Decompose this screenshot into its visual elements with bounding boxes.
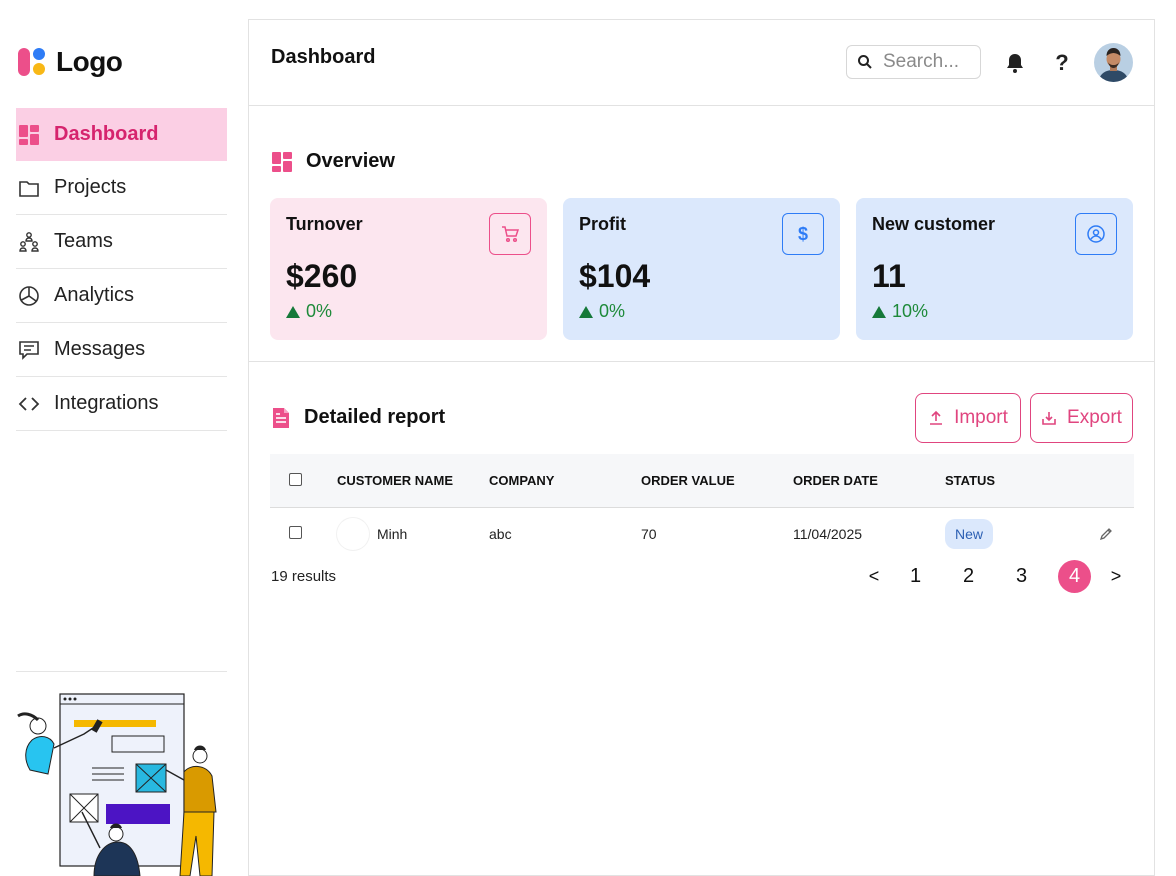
- overview-title: Overview: [306, 150, 395, 172]
- sidebar: Logo Dashboard Projects Teams Analytics: [0, 0, 248, 876]
- column-header[interactable]: STATUS: [945, 473, 1095, 488]
- logo-text: Logo: [56, 46, 123, 77]
- sidebar-item-label: Integrations: [54, 392, 159, 414]
- profit-card: Profit $ $104 0%: [563, 198, 840, 340]
- table-row: Minh abc 70 11/04/2025 New: [270, 508, 1134, 560]
- import-label: Import: [954, 407, 1008, 428]
- card-value: 11: [872, 258, 906, 294]
- page-button[interactable]: 1: [889, 565, 942, 588]
- sidebar-item-integrations[interactable]: Integrations: [16, 377, 227, 431]
- bell-icon[interactable]: [1002, 50, 1028, 76]
- dashboard-icon: [18, 124, 40, 146]
- next-page-button[interactable]: >: [1101, 566, 1131, 587]
- table-header: CUSTOMER NAME COMPANY ORDER VALUE ORDER …: [270, 454, 1134, 508]
- sidebar-item-label: Teams: [54, 230, 113, 252]
- card-value: $260: [286, 258, 358, 294]
- cart-icon: [489, 213, 531, 255]
- search-icon: [858, 55, 872, 69]
- document-icon: [273, 407, 289, 428]
- status-badge: New: [945, 519, 994, 549]
- card-change-value: 0%: [306, 301, 333, 321]
- sidebar-item-label: Messages: [54, 338, 146, 360]
- sidebar-item-messages[interactable]: Messages: [16, 323, 227, 377]
- row-checkbox[interactable]: [289, 526, 302, 539]
- pagination: < 1 2 3 4 >: [859, 560, 1131, 593]
- message-icon: [18, 339, 40, 361]
- code-icon: [18, 393, 40, 415]
- column-header[interactable]: ORDER DATE: [793, 473, 945, 488]
- page-title: Dashboard: [271, 46, 376, 68]
- new-customer-card: New customer 11 10%: [856, 198, 1133, 340]
- search-box[interactable]: [846, 45, 981, 79]
- report-heading: Detailed report: [271, 406, 445, 429]
- export-label: Export: [1067, 407, 1122, 428]
- pie-chart-icon: [18, 285, 40, 307]
- stat-cards: Turnover $260 0% Profit $ $104 0% New cu…: [270, 198, 1133, 340]
- card-change: 0%: [579, 301, 625, 322]
- up-triangle-icon: [872, 305, 886, 318]
- export-button[interactable]: Export: [1030, 393, 1133, 443]
- column-header[interactable]: COMPANY: [489, 473, 641, 488]
- report-title: Detailed report: [304, 406, 446, 428]
- upload-icon: [930, 410, 943, 425]
- sidebar-item-label: Dashboard: [54, 123, 159, 145]
- logo[interactable]: Logo: [18, 46, 123, 78]
- company-cell: abc: [489, 526, 512, 542]
- dashboard-icon: [272, 151, 292, 172]
- teams-icon: [18, 231, 40, 253]
- column-header[interactable]: ORDER VALUE: [641, 473, 793, 488]
- prev-page-button[interactable]: <: [859, 566, 889, 587]
- order-value-cell: 70: [641, 526, 657, 542]
- column-header[interactable]: CUSTOMER NAME: [337, 473, 489, 488]
- page-button[interactable]: 2: [942, 565, 995, 588]
- customer-avatar: [337, 518, 369, 550]
- user-circle-icon: [1075, 213, 1117, 255]
- sidebar-item-dashboard[interactable]: Dashboard: [16, 108, 227, 161]
- turnover-card: Turnover $260 0%: [270, 198, 547, 340]
- card-change-value: 0%: [599, 301, 626, 321]
- up-triangle-icon: [286, 305, 300, 318]
- up-triangle-icon: [579, 305, 593, 318]
- edit-icon[interactable]: [1098, 526, 1114, 542]
- report-table: CUSTOMER NAME COMPANY ORDER VALUE ORDER …: [270, 454, 1134, 560]
- dollar-icon: $: [782, 213, 824, 255]
- team-illustration: [17, 693, 217, 876]
- avatar[interactable]: [1094, 43, 1133, 82]
- card-change-value: 10%: [892, 301, 929, 321]
- results-count: 19 results: [271, 568, 337, 585]
- folder-icon: [18, 177, 40, 199]
- card-value: $104: [579, 258, 651, 294]
- order-date-cell: 11/04/2025: [793, 526, 863, 542]
- help-icon[interactable]: ?: [1049, 50, 1075, 76]
- download-icon: [1042, 412, 1056, 425]
- sidebar-item-label: Projects: [54, 176, 127, 198]
- card-change: 10%: [872, 301, 928, 322]
- sidebar-item-analytics[interactable]: Analytics: [16, 269, 227, 323]
- search-input[interactable]: [883, 51, 975, 73]
- page-button[interactable]: 3: [995, 565, 1048, 588]
- section-divider: [249, 361, 1154, 362]
- overview-heading: Overview: [271, 150, 395, 173]
- card-change: 0%: [286, 301, 332, 322]
- logo-mark-icon: [18, 46, 48, 78]
- sidebar-item-teams[interactable]: Teams: [16, 215, 227, 269]
- sidebar-item-projects[interactable]: Projects: [16, 161, 227, 215]
- current-page-button[interactable]: 4: [1058, 560, 1091, 593]
- customer-name: Minh: [377, 526, 408, 542]
- sidebar-nav: Dashboard Projects Teams Analytics Messa…: [16, 108, 227, 431]
- sidebar-divider: [16, 671, 227, 672]
- main-panel: Dashboard ? Overview Turnover: [248, 19, 1155, 876]
- import-button[interactable]: Import: [915, 393, 1021, 443]
- select-all-checkbox[interactable]: [289, 472, 302, 486]
- top-bar: Dashboard ?: [249, 20, 1154, 106]
- sidebar-item-label: Analytics: [54, 284, 135, 306]
